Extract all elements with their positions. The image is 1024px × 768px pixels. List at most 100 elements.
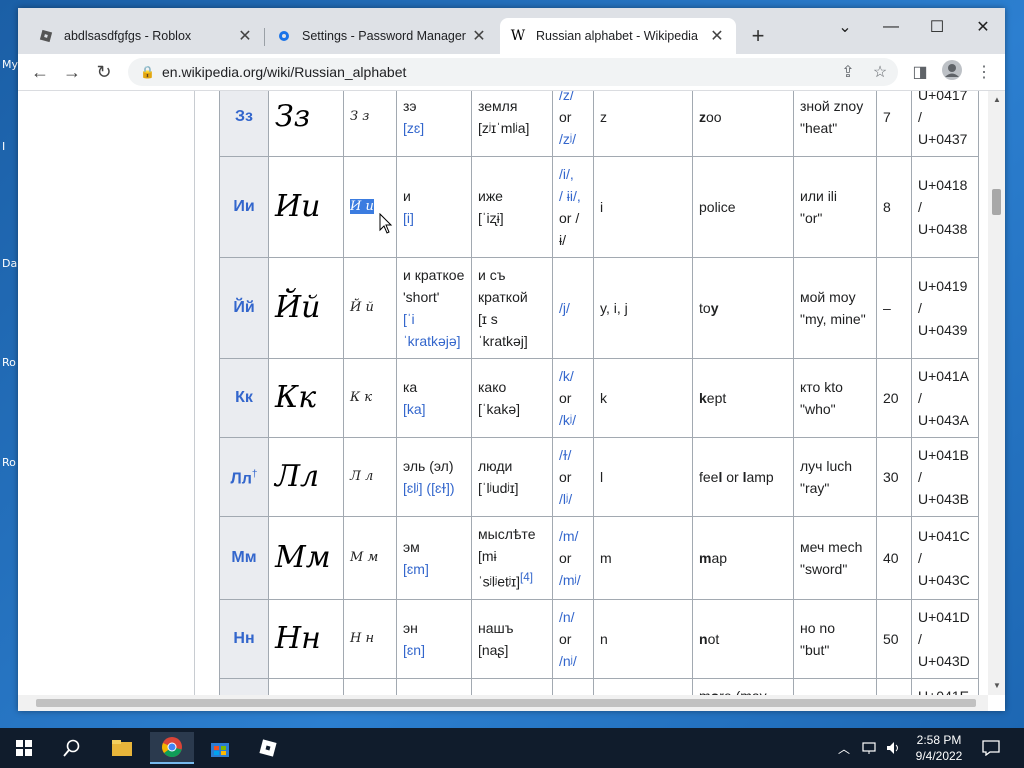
scroll-down-icon[interactable]: ▼ [992,681,1002,691]
letter-link[interactable]: Зз [235,108,253,125]
scroll-thumb[interactable] [36,699,976,707]
cell-line[interactable]: [ka] [403,401,426,417]
vertical-scrollbar[interactable]: ▲ ▼ [988,91,1005,695]
letter-link[interactable]: Мм [231,549,256,566]
letter-cell[interactable]: Йй [219,257,269,359]
system-clock[interactable]: 2:58 PM 9/4/2022 [914,732,964,764]
back-button[interactable]: ← [26,58,54,86]
cell-line: "my, mine" [800,311,866,327]
letter-cell[interactable]: Мм [219,516,269,600]
avatar [942,59,962,85]
cell-line[interactable]: /n/ [559,609,575,625]
maximize-button[interactable]: ☐ [914,12,960,42]
tab-settings[interactable]: Settings - Password Manager ✕ [266,18,498,54]
letter-link[interactable]: Нн [233,630,254,647]
letter-cell[interactable]: Ии [219,156,269,258]
close-window-button[interactable]: ✕ [960,12,1005,42]
cell-line[interactable]: /z/ [559,91,574,103]
side-panel-button[interactable]: ◨ [906,58,934,86]
old-name-cell: како [ˈkakə] [471,358,553,438]
cell-line[interactable]: /ɫ/ [559,447,571,463]
new-tab-button[interactable]: + [746,25,770,49]
letter-link[interactable]: Лл [231,470,252,487]
cell-line: мыслѣте [478,526,536,542]
bookmark-button[interactable]: ☆ [866,58,894,86]
citation-link[interactable]: [4] [520,571,533,584]
letter-link[interactable]: Ии [233,198,254,215]
close-icon[interactable]: ✕ [708,27,726,45]
old-name-cell: нашъ [naʂ] [471,598,553,679]
forward-button[interactable]: → [58,58,86,86]
letter-cell[interactable]: Лл† [219,437,269,517]
desktop-icon-label[interactable]: My [2,58,18,71]
cell-line[interactable]: /kʲ/ [559,412,576,428]
mouse-cursor-icon [379,213,393,234]
roblox-icon[interactable] [246,732,290,764]
cell-line[interactable]: [ɛm] [403,561,429,577]
minimize-button[interactable]: — [868,12,914,42]
letter-link[interactable]: Кк [235,389,253,406]
windows-start-icon[interactable] [2,732,46,764]
cursive-cell: Нн [268,598,344,679]
unicode-cell: U+0417 / U+0437 [911,91,979,157]
tray-chevron-up-icon[interactable]: ︿ [838,728,850,768]
italic-cell: К к [343,358,397,438]
profile-button[interactable] [938,58,966,86]
close-icon[interactable]: ✕ [236,27,254,45]
reload-button[interactable]: ↻ [90,58,118,86]
tab-wikipedia[interactable]: W Russian alphabet - Wikipedia ✕ [500,18,736,54]
scroll-up-icon[interactable]: ▲ [992,95,1002,105]
file-explorer-icon[interactable] [100,732,144,764]
letter-cell[interactable]: Оо [219,677,269,695]
cell-line: и краткое [403,267,465,283]
numeric-value: 20 [883,390,899,406]
desktop-icon-label[interactable]: Ro [2,456,16,469]
tab-roblox[interactable]: abdlsasdfgfgs - Roblox ✕ [28,18,264,54]
store-icon[interactable] [198,732,242,764]
close-icon[interactable]: ✕ [470,27,488,45]
cell-line[interactable]: /m/ [559,528,578,544]
cell-line[interactable]: / ɨi/, [559,188,581,204]
italic-cell: М м [343,516,397,600]
cell-line[interactable]: [ɛn] [403,642,425,658]
cell-line[interactable]: /j/ [559,300,570,316]
cell-line[interactable]: /i/, [559,166,574,182]
ipa-cell: /n/or/nʲ/ [552,598,594,679]
chrome-icon[interactable] [150,732,194,764]
star-icon: ☆ [872,64,888,81]
network-icon[interactable] [862,728,878,768]
cell-line[interactable]: ˈkratkəjə] [403,333,461,349]
letter-link[interactable]: Йй [233,299,254,316]
cell-line[interactable]: /mʲ/ [559,572,581,588]
address-bar[interactable]: 🔒 en.wikipedia.org/wiki/Russian_alphabet [128,58,898,86]
scroll-thumb[interactable] [992,189,1001,215]
approximation-cell: feel or lamp [692,437,794,517]
tab-search-button[interactable]: ⌄ [822,12,868,42]
notification-icon[interactable] [982,728,1000,768]
approx-segment: y [710,300,719,316]
letter-cell[interactable]: Нн [219,598,269,679]
cell-line[interactable]: [ɛlʲ] ([ɛɫ]) [403,480,455,496]
cell-line[interactable]: /lʲ/ [559,491,572,507]
cell-line[interactable]: /k/ [559,368,574,384]
menu-button[interactable]: ⋮ [970,58,998,86]
horizontal-scrollbar[interactable] [18,695,988,711]
cell-line[interactable]: [ˈi [403,311,415,327]
desktop-icon-label[interactable]: Da [2,257,17,270]
letter-cell[interactable]: Кк [219,358,269,438]
letter-cell[interactable]: Зз [219,91,269,157]
numeric-value: 40 [883,549,899,566]
cell-line[interactable]: [zɛ] [403,120,424,136]
search-icon[interactable] [50,732,94,764]
cell-line[interactable]: /nʲ/ [559,653,577,669]
desktop-icon-label[interactable]: Ro [2,356,16,369]
old-name-cell: онъ[on] [471,677,553,695]
share-button[interactable]: ⇪ [834,58,862,86]
cell-line[interactable]: [i] [403,210,414,226]
cell-line[interactable]: /zʲ/ [559,131,576,147]
volume-icon[interactable] [886,728,902,768]
cursive-cell: Оо [268,677,344,695]
numeric-value-cell: 50 [876,598,912,679]
footnote-dagger[interactable]: † [252,469,258,480]
desktop-icon-label[interactable]: I [2,140,5,153]
